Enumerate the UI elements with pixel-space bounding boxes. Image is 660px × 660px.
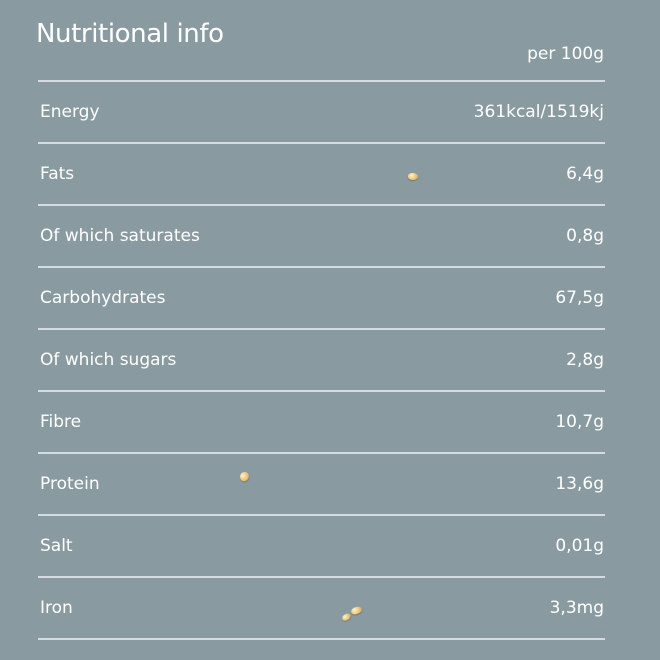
row-value: 6,4g bbox=[566, 164, 604, 184]
row-value: 13,6g bbox=[555, 474, 604, 494]
nutrition-panel: Nutritional info per 100g Energy 361kcal… bbox=[0, 0, 660, 660]
row-energy: Energy 361kcal/1519kj bbox=[38, 82, 605, 142]
row-value: 0,01g bbox=[555, 536, 604, 556]
per-100g-label: per 100g bbox=[527, 44, 604, 64]
crumb-image bbox=[407, 172, 419, 181]
row-value: 10,7g bbox=[555, 412, 604, 432]
row-value: 0,8g bbox=[566, 226, 604, 246]
row-protein: Protein 13,6g bbox=[38, 454, 605, 514]
row-label: Of which saturates bbox=[40, 226, 200, 246]
row-sugars: Of which sugars 2,8g bbox=[38, 330, 605, 390]
row-fats: Fats 6,4g bbox=[38, 144, 605, 204]
crumb-image bbox=[238, 470, 251, 483]
row-label: Of which sugars bbox=[40, 350, 177, 370]
divider bbox=[38, 638, 605, 640]
panel-title: Nutritional info bbox=[36, 19, 224, 49]
row-salt: Salt 0,01g bbox=[38, 516, 605, 576]
row-label: Salt bbox=[40, 536, 73, 556]
crumb-image bbox=[350, 605, 363, 616]
row-label: Carbohydrates bbox=[40, 288, 166, 308]
row-value: 67,5g bbox=[555, 288, 604, 308]
row-label: Energy bbox=[40, 102, 100, 122]
row-saturates: Of which saturates 0,8g bbox=[38, 206, 605, 266]
row-value: 2,8g bbox=[566, 350, 604, 370]
row-value: 3,3mg bbox=[549, 598, 604, 618]
row-label: Fibre bbox=[40, 412, 82, 432]
nutrition-table: Energy 361kcal/1519kj Fats 6,4g Of which… bbox=[38, 80, 605, 640]
row-value: 361kcal/1519kj bbox=[473, 102, 604, 122]
row-fibre: Fibre 10,7g bbox=[38, 392, 605, 452]
crumb-image bbox=[341, 612, 352, 622]
row-label: Protein bbox=[40, 474, 100, 494]
row-label: Iron bbox=[40, 598, 73, 618]
row-carbohydrates: Carbohydrates 67,5g bbox=[38, 268, 605, 328]
row-iron: Iron 3,3mg bbox=[38, 578, 605, 638]
row-label: Fats bbox=[40, 164, 75, 184]
